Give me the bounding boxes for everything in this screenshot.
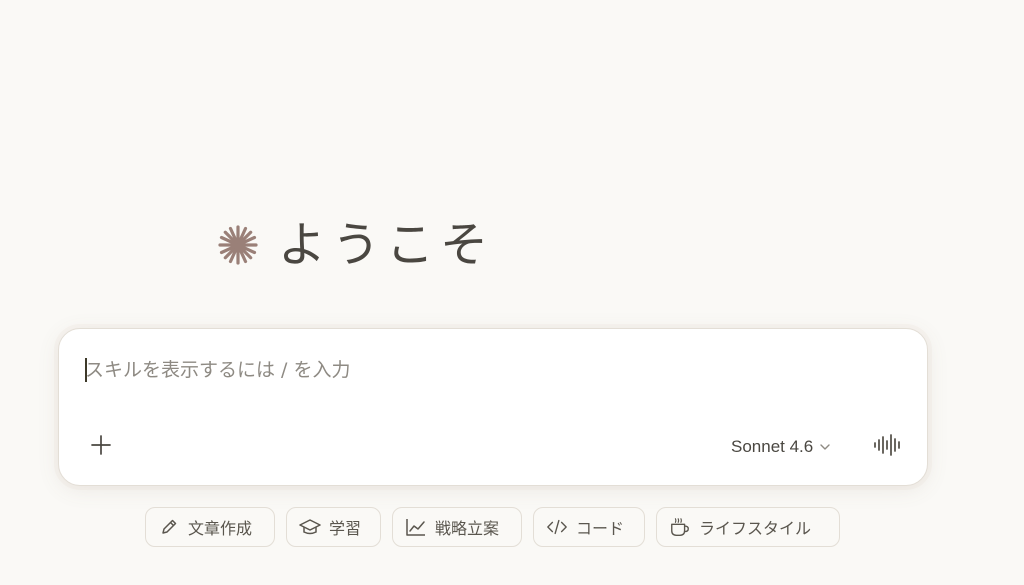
chip-lifestyle[interactable]: ライフスタイル	[656, 507, 840, 547]
suggestion-chips: 文章作成 学習 戦略立案 コード ライフスタイル	[0, 507, 1024, 549]
chip-label: ライフスタイル	[699, 519, 812, 538]
model-label: Sonnet 4.6	[731, 437, 814, 456]
chip-label: 学習	[329, 519, 362, 538]
add-attachment-button[interactable]	[85, 431, 117, 463]
app-page: ようこそ Sonnet 4.6	[0, 0, 1024, 585]
chip-label: 文章作成	[188, 519, 253, 538]
voice-waveform-icon	[873, 434, 903, 460]
prompt-input[interactable]	[85, 355, 885, 385]
starburst-icon	[216, 223, 260, 267]
greeting: ようこそ	[216, 214, 494, 276]
coffee-cup-icon	[669, 516, 691, 538]
greeting-title: ようこそ	[278, 217, 495, 273]
pencil-icon	[158, 516, 180, 538]
voice-mode-button[interactable]	[871, 431, 905, 463]
chip-strategy[interactable]: 戦略立案	[392, 507, 522, 547]
model-selector[interactable]: Sonnet 4.6	[731, 433, 831, 461]
line-chart-icon	[405, 516, 427, 538]
chevron-down-icon	[819, 438, 831, 457]
chip-code[interactable]: コード	[533, 507, 645, 547]
text-caret	[85, 358, 87, 382]
chip-writing[interactable]: 文章作成	[145, 507, 275, 547]
graduation-cap-icon	[299, 516, 321, 538]
plus-icon	[91, 435, 111, 459]
chip-learning[interactable]: 学習	[286, 507, 381, 547]
chip-label: コード	[576, 519, 625, 538]
chat-composer: Sonnet 4.6	[58, 328, 928, 486]
code-icon	[546, 516, 568, 538]
chip-label: 戦略立案	[435, 519, 500, 538]
